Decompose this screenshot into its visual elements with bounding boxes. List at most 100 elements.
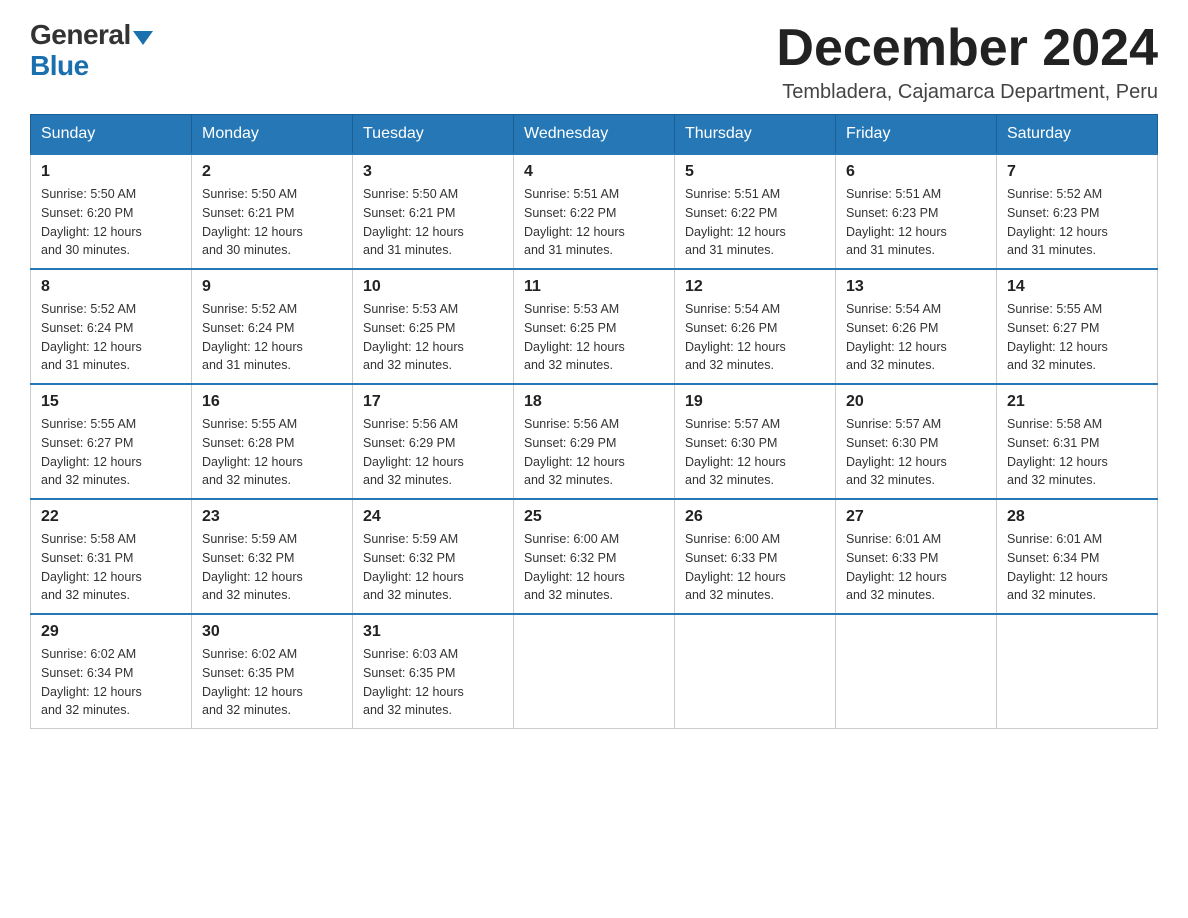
calendar-week-row: 8 Sunrise: 5:52 AMSunset: 6:24 PMDayligh… [31, 269, 1158, 384]
day-info: Sunrise: 5:59 AMSunset: 6:32 PMDaylight:… [202, 532, 303, 602]
day-info: Sunrise: 5:51 AMSunset: 6:22 PMDaylight:… [685, 187, 786, 257]
day-number: 8 [41, 278, 181, 296]
day-number: 21 [1007, 393, 1147, 411]
calendar-cell: 5 Sunrise: 5:51 AMSunset: 6:22 PMDayligh… [675, 154, 836, 269]
calendar-cell: 12 Sunrise: 5:54 AMSunset: 6:26 PMDaylig… [675, 269, 836, 384]
day-number: 25 [524, 508, 664, 526]
calendar-cell [836, 614, 997, 729]
day-number: 28 [1007, 508, 1147, 526]
calendar-cell: 19 Sunrise: 5:57 AMSunset: 6:30 PMDaylig… [675, 384, 836, 499]
day-of-week-header: Monday [192, 115, 353, 155]
day-number: 6 [846, 163, 986, 181]
calendar-cell: 3 Sunrise: 5:50 AMSunset: 6:21 PMDayligh… [353, 154, 514, 269]
calendar-cell: 7 Sunrise: 5:52 AMSunset: 6:23 PMDayligh… [997, 154, 1158, 269]
day-info: Sunrise: 5:55 AMSunset: 6:27 PMDaylight:… [41, 417, 142, 487]
day-number: 7 [1007, 163, 1147, 181]
calendar-week-row: 29 Sunrise: 6:02 AMSunset: 6:34 PMDaylig… [31, 614, 1158, 729]
title-block: December 2024 Tembladera, Cajamarca Depa… [776, 20, 1158, 104]
day-info: Sunrise: 6:02 AMSunset: 6:35 PMDaylight:… [202, 647, 303, 717]
month-title: December 2024 [776, 20, 1158, 77]
calendar-cell [997, 614, 1158, 729]
day-number: 24 [363, 508, 503, 526]
calendar-cell: 28 Sunrise: 6:01 AMSunset: 6:34 PMDaylig… [997, 499, 1158, 614]
day-of-week-header: Thursday [675, 115, 836, 155]
day-info: Sunrise: 5:52 AMSunset: 6:23 PMDaylight:… [1007, 187, 1108, 257]
calendar-cell: 16 Sunrise: 5:55 AMSunset: 6:28 PMDaylig… [192, 384, 353, 499]
day-info: Sunrise: 5:57 AMSunset: 6:30 PMDaylight:… [685, 417, 786, 487]
calendar-cell: 13 Sunrise: 5:54 AMSunset: 6:26 PMDaylig… [836, 269, 997, 384]
day-info: Sunrise: 5:51 AMSunset: 6:23 PMDaylight:… [846, 187, 947, 257]
day-info: Sunrise: 5:58 AMSunset: 6:31 PMDaylight:… [1007, 417, 1108, 487]
calendar-cell: 6 Sunrise: 5:51 AMSunset: 6:23 PMDayligh… [836, 154, 997, 269]
calendar-cell: 24 Sunrise: 5:59 AMSunset: 6:32 PMDaylig… [353, 499, 514, 614]
calendar-cell: 25 Sunrise: 6:00 AMSunset: 6:32 PMDaylig… [514, 499, 675, 614]
calendar-cell: 15 Sunrise: 5:55 AMSunset: 6:27 PMDaylig… [31, 384, 192, 499]
day-info: Sunrise: 5:52 AMSunset: 6:24 PMDaylight:… [41, 302, 142, 372]
logo: General Blue [30, 20, 153, 82]
day-of-week-header: Tuesday [353, 115, 514, 155]
day-number: 3 [363, 163, 503, 181]
day-info: Sunrise: 5:52 AMSunset: 6:24 PMDaylight:… [202, 302, 303, 372]
calendar-cell: 9 Sunrise: 5:52 AMSunset: 6:24 PMDayligh… [192, 269, 353, 384]
day-of-week-header: Friday [836, 115, 997, 155]
calendar-cell: 21 Sunrise: 5:58 AMSunset: 6:31 PMDaylig… [997, 384, 1158, 499]
calendar-cell: 26 Sunrise: 6:00 AMSunset: 6:33 PMDaylig… [675, 499, 836, 614]
calendar-week-row: 1 Sunrise: 5:50 AMSunset: 6:20 PMDayligh… [31, 154, 1158, 269]
day-number: 5 [685, 163, 825, 181]
day-number: 27 [846, 508, 986, 526]
calendar-cell: 4 Sunrise: 5:51 AMSunset: 6:22 PMDayligh… [514, 154, 675, 269]
calendar-cell: 2 Sunrise: 5:50 AMSunset: 6:21 PMDayligh… [192, 154, 353, 269]
calendar-cell: 31 Sunrise: 6:03 AMSunset: 6:35 PMDaylig… [353, 614, 514, 729]
day-info: Sunrise: 5:54 AMSunset: 6:26 PMDaylight:… [685, 302, 786, 372]
day-number: 26 [685, 508, 825, 526]
calendar-cell: 10 Sunrise: 5:53 AMSunset: 6:25 PMDaylig… [353, 269, 514, 384]
day-number: 29 [41, 623, 181, 641]
calendar-cell: 23 Sunrise: 5:59 AMSunset: 6:32 PMDaylig… [192, 499, 353, 614]
day-info: Sunrise: 6:02 AMSunset: 6:34 PMDaylight:… [41, 647, 142, 717]
day-number: 12 [685, 278, 825, 296]
logo-blue-text: Blue [30, 50, 89, 81]
calendar-cell [514, 614, 675, 729]
day-info: Sunrise: 6:03 AMSunset: 6:35 PMDaylight:… [363, 647, 464, 717]
day-number: 2 [202, 163, 342, 181]
day-number: 1 [41, 163, 181, 181]
calendar-cell: 1 Sunrise: 5:50 AMSunset: 6:20 PMDayligh… [31, 154, 192, 269]
calendar-cell: 11 Sunrise: 5:53 AMSunset: 6:25 PMDaylig… [514, 269, 675, 384]
calendar-cell: 22 Sunrise: 5:58 AMSunset: 6:31 PMDaylig… [31, 499, 192, 614]
calendar-cell [675, 614, 836, 729]
day-info: Sunrise: 5:58 AMSunset: 6:31 PMDaylight:… [41, 532, 142, 602]
logo-top-line: General [30, 20, 153, 51]
day-info: Sunrise: 5:53 AMSunset: 6:25 PMDaylight:… [524, 302, 625, 372]
calendar-header-row: SundayMondayTuesdayWednesdayThursdayFrid… [31, 115, 1158, 155]
day-number: 16 [202, 393, 342, 411]
day-number: 31 [363, 623, 503, 641]
calendar-cell: 17 Sunrise: 5:56 AMSunset: 6:29 PMDaylig… [353, 384, 514, 499]
day-of-week-header: Wednesday [514, 115, 675, 155]
day-of-week-header: Sunday [31, 115, 192, 155]
calendar-cell: 27 Sunrise: 6:01 AMSunset: 6:33 PMDaylig… [836, 499, 997, 614]
day-number: 18 [524, 393, 664, 411]
day-number: 23 [202, 508, 342, 526]
calendar-cell: 29 Sunrise: 6:02 AMSunset: 6:34 PMDaylig… [31, 614, 192, 729]
day-of-week-header: Saturday [997, 115, 1158, 155]
page-header: General Blue December 2024 Tembladera, C… [30, 20, 1158, 104]
day-info: Sunrise: 6:01 AMSunset: 6:34 PMDaylight:… [1007, 532, 1108, 602]
day-info: Sunrise: 5:55 AMSunset: 6:27 PMDaylight:… [1007, 302, 1108, 372]
day-info: Sunrise: 5:51 AMSunset: 6:22 PMDaylight:… [524, 187, 625, 257]
day-info: Sunrise: 5:55 AMSunset: 6:28 PMDaylight:… [202, 417, 303, 487]
logo-triangle-icon [133, 31, 153, 45]
day-number: 11 [524, 278, 664, 296]
day-number: 19 [685, 393, 825, 411]
day-number: 13 [846, 278, 986, 296]
day-number: 17 [363, 393, 503, 411]
day-number: 20 [846, 393, 986, 411]
day-number: 22 [41, 508, 181, 526]
day-info: Sunrise: 5:57 AMSunset: 6:30 PMDaylight:… [846, 417, 947, 487]
day-info: Sunrise: 5:56 AMSunset: 6:29 PMDaylight:… [363, 417, 464, 487]
day-info: Sunrise: 5:50 AMSunset: 6:20 PMDaylight:… [41, 187, 142, 257]
calendar-cell: 30 Sunrise: 6:02 AMSunset: 6:35 PMDaylig… [192, 614, 353, 729]
day-info: Sunrise: 5:53 AMSunset: 6:25 PMDaylight:… [363, 302, 464, 372]
day-info: Sunrise: 6:00 AMSunset: 6:32 PMDaylight:… [524, 532, 625, 602]
day-number: 14 [1007, 278, 1147, 296]
calendar-cell: 8 Sunrise: 5:52 AMSunset: 6:24 PMDayligh… [31, 269, 192, 384]
